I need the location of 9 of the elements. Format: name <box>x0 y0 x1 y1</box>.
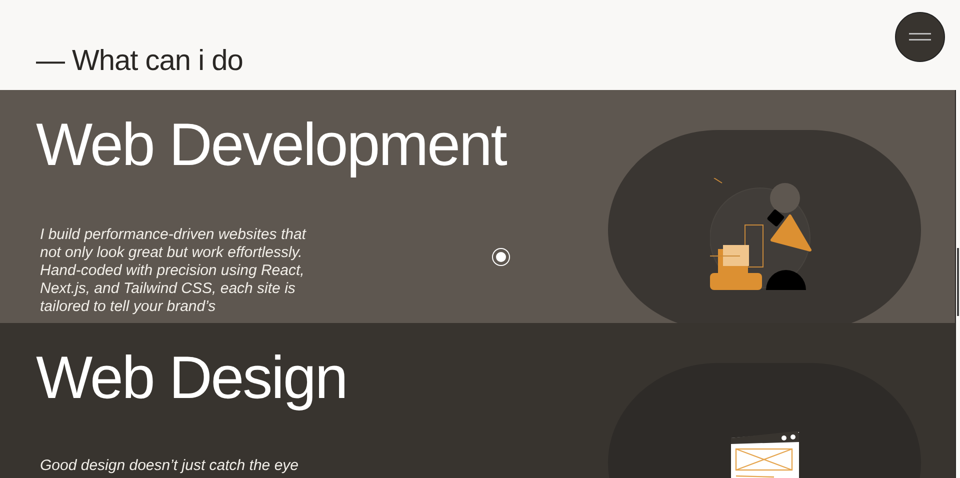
service-title: Web Design <box>36 343 347 413</box>
service-title: Web Development <box>36 110 506 180</box>
scrollbar-thumb[interactable] <box>957 248 959 316</box>
cursor-icon <box>492 248 510 266</box>
service-description: Good design doesn’t just catch the eye <box>39 456 300 475</box>
menu-icon <box>909 33 931 41</box>
service-description: I build performance-driven websites that not only look great but work effortlessly. Hand-coded with precision using React, Next.js, and Tailwind CSS, each site is tailored to tell your brand’s <box>39 225 308 316</box>
menu-button[interactable] <box>895 12 945 62</box>
section-heading: — What can i do <box>36 44 243 79</box>
